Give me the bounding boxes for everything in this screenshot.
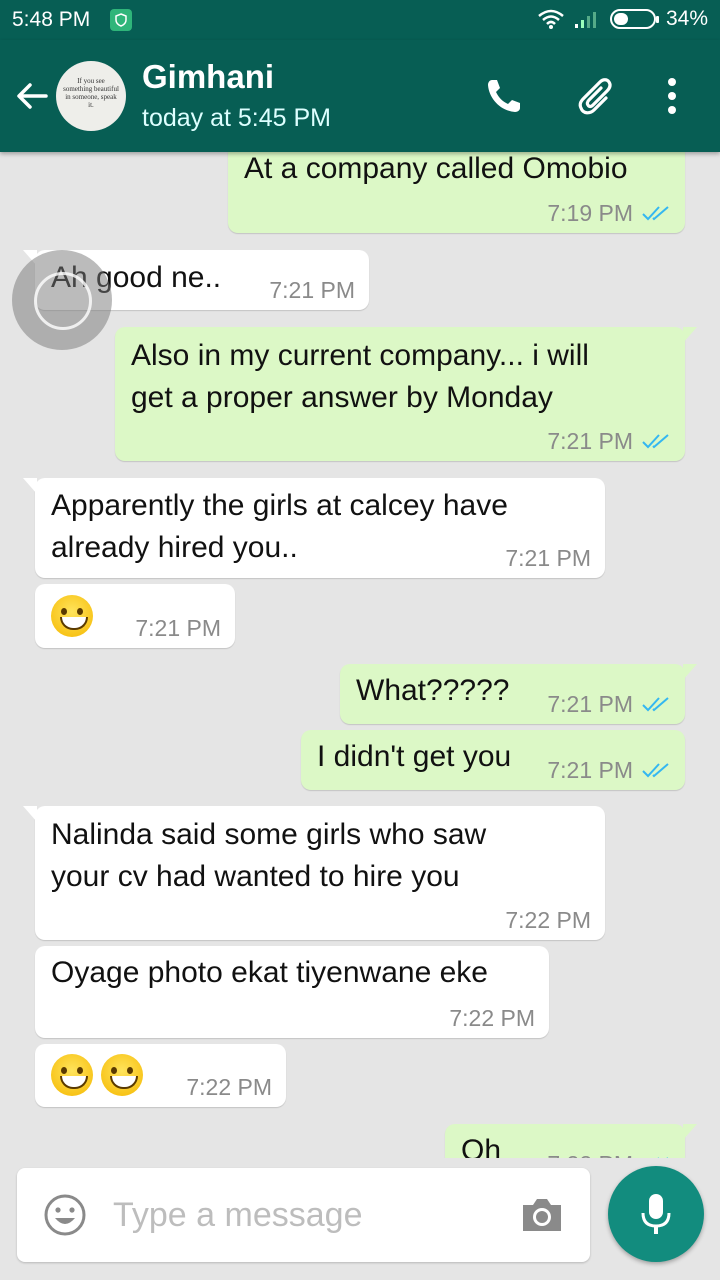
read-ticks-icon — [657, 1157, 668, 1158]
message-time: 7:22 PM — [547, 1150, 633, 1158]
message-text-line: get a proper answer by Monday — [131, 381, 553, 414]
message-bubble-outgoing[interactable]: I didn't get you 7:21 PM — [301, 730, 685, 790]
message-text-line: Also in my current company... i will — [131, 339, 589, 372]
message-text-line: Nalinda said some girls who saw — [51, 818, 487, 851]
message-bubble-incoming[interactable]: Oyage photo ekat tiyenwane eke 7:22 PM — [35, 946, 549, 1038]
message-text: Oyage photo ekat tiyenwane eke — [51, 956, 488, 989]
bubble-tail — [683, 664, 697, 680]
touch-indicator — [12, 250, 112, 350]
message-time: 7:22 PM — [186, 1074, 272, 1100]
message-bubble-outgoing[interactable]: At a company called Omobio 7:19 PM — [228, 152, 685, 233]
message-bubble-incoming[interactable]: Nalinda said some girls who saw your cv … — [23, 806, 605, 940]
message-time: 7:21 PM — [505, 545, 591, 571]
contact-name[interactable]: Gimhani — [142, 58, 274, 96]
read-ticks-icon — [642, 206, 669, 221]
last-seen: today at 5:45 PM — [142, 104, 332, 132]
status-time: 5:48 PM — [12, 8, 91, 31]
shield-icon — [110, 9, 132, 31]
message-text: I didn't get you — [317, 740, 512, 773]
avatar[interactable]: If you see something beautiful in someon… — [56, 61, 126, 131]
message-time: 7:21 PM — [547, 757, 633, 783]
back-arrow-icon[interactable] — [12, 76, 52, 116]
signal-icon — [574, 12, 596, 28]
message-time: 7:22 PM — [505, 907, 591, 933]
microphone-icon — [641, 1194, 671, 1234]
read-ticks-icon — [642, 763, 669, 778]
avatar-text: If you see something beautiful in someon… — [63, 77, 119, 109]
message-bubble-outgoing[interactable]: Oh 7:22 PM — [445, 1124, 697, 1158]
phone-icon[interactable] — [482, 74, 526, 118]
battery-percent: 34% — [665, 7, 708, 30]
paperclip-icon[interactable] — [576, 74, 620, 118]
voice-record-button[interactable] — [608, 1166, 704, 1262]
battery-icon — [609, 9, 659, 29]
emoji-picker-icon[interactable] — [43, 1193, 87, 1237]
message-bubble-outgoing[interactable]: Also in my current company... i will get… — [115, 327, 697, 461]
wifi-icon — [538, 9, 564, 29]
message-time: 7:21 PM — [547, 428, 633, 454]
message-input[interactable]: Type a message — [113, 1196, 362, 1235]
grinning-emoji — [101, 1054, 144, 1097]
grinning-emoji — [51, 1054, 93, 1097]
message-bubble-incoming[interactable]: 7:22 PM — [35, 1044, 286, 1107]
message-time: 7:21 PM — [135, 615, 221, 641]
bubble-tail — [23, 478, 37, 494]
message-composer: Type a message — [17, 1168, 590, 1262]
message-bubble-outgoing[interactable]: What????? 7:21 PM — [340, 664, 697, 724]
camera-icon[interactable] — [519, 1195, 565, 1235]
bubble-tail — [23, 806, 37, 822]
message-bubble-incoming[interactable]: Apparently the girls at calcey have alre… — [23, 478, 605, 578]
grinning-emoji — [51, 595, 93, 638]
bubble-tail — [683, 327, 697, 343]
message-text: What????? — [356, 674, 510, 707]
message-text-line: your cv had wanted to hire you — [51, 860, 460, 893]
message-text-line: Apparently the girls at calcey have — [51, 489, 508, 522]
message-text: Oh — [461, 1134, 502, 1158]
read-ticks-icon — [642, 697, 669, 712]
message-time: 7:19 PM — [547, 200, 633, 226]
message-time: 7:22 PM — [449, 1005, 535, 1031]
more-options-icon[interactable] — [652, 74, 696, 118]
message-time: 7:21 PM — [547, 691, 633, 717]
chat-header: If you see something beautiful in someon… — [0, 40, 720, 152]
status-bar: 5:48 PM 34% — [0, 0, 720, 40]
message-text-line: already hired you.. — [51, 531, 298, 564]
chat-area[interactable]: At a company called Omobio 7:19 PM Ah go… — [0, 152, 720, 1158]
message-time: 7:21 PM — [269, 277, 355, 303]
read-ticks-icon — [642, 434, 669, 449]
bubble-tail — [683, 1124, 697, 1140]
message-bubble-incoming[interactable]: 7:21 PM — [35, 584, 235, 648]
message-text: At a company called Omobio — [244, 152, 628, 185]
